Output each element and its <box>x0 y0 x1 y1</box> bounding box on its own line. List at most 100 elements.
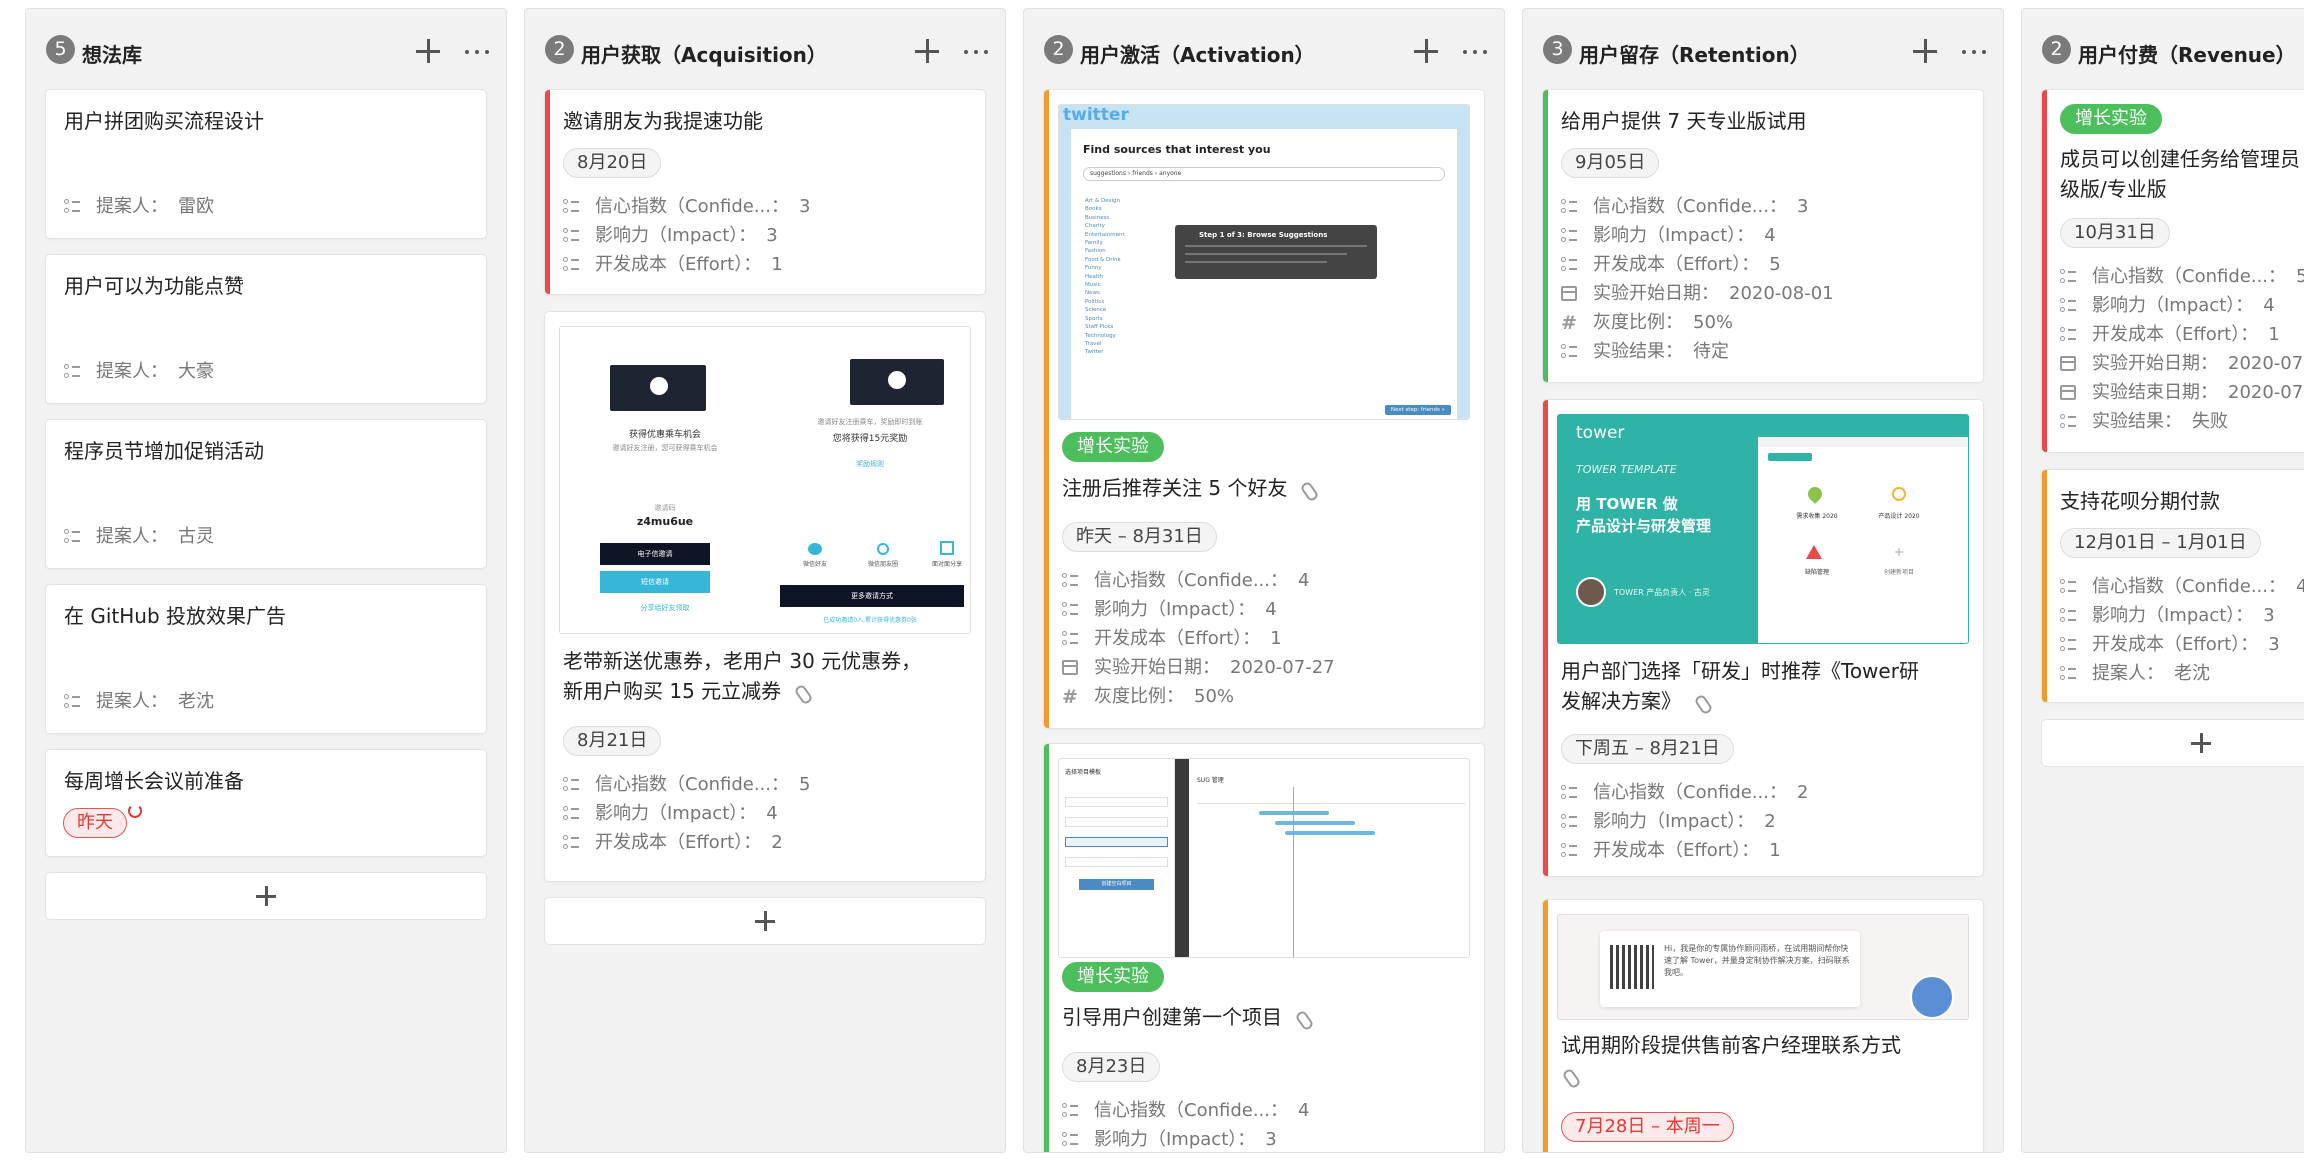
due-date-badge: 昨天 <box>63 808 127 838</box>
task-card[interactable]: Hi，我是你的专属协作顾问雨桥，在试用期间帮你快速了解 Tower，并量身定制协… <box>1542 899 1984 1152</box>
card-field: 提案人： 古灵 <box>64 524 478 550</box>
add-card-button[interactable] <box>2041 719 2304 767</box>
task-card[interactable]: 邀请朋友为我提速功能 8月20日 信心指数（Confide...： 3 影响力（I… <box>544 89 986 295</box>
card-field: 影响力（Impact）： 3 <box>563 223 977 249</box>
category-item: Books <box>1085 206 1102 213</box>
list-field-icon <box>64 694 82 710</box>
thumb-subtext: TOWER TEMPLATE <box>1576 463 1677 476</box>
card-field: 信心指数（Confide...： 3 <box>563 194 977 220</box>
column-acquisition: 2 用户获取（Acquisition） 邀请朋友为我提速功能 8月20日 信心指… <box>524 8 1006 1153</box>
attachment-icon <box>1693 694 1711 712</box>
template-sidebar: 选择项目模板 创建空白项目 <box>1059 759 1175 957</box>
category-item: Science <box>1085 307 1107 314</box>
category-item: Music <box>1085 282 1101 289</box>
column-activation: 2 用户激活（Activation） twitter Find sources … <box>1023 8 1505 1153</box>
due-date-badge: 昨天 – 8月31日 <box>1062 522 1217 552</box>
thumb-button: Next step: friends » <box>1384 405 1451 415</box>
card-field: 提案人： 大豪 <box>64 359 478 385</box>
qr-icon <box>940 541 954 555</box>
card-title: 老带新送优惠券，老用户 30 元优惠券， 新用户购买 15 元立减券 <box>563 649 922 703</box>
task-card[interactable]: 用户拼团购买流程设计 提案人： 雷欧 <box>45 89 487 239</box>
card-field: 实验结束日期：2020-07-31 <box>2060 380 2304 406</box>
column-title: 想法库 <box>82 43 142 67</box>
due-date-badge: 8月21日 <box>563 726 662 756</box>
list-field-icon <box>2060 579 2078 595</box>
priority-bar <box>2042 90 2047 452</box>
list-field-icon <box>2060 269 2078 285</box>
clock-icon <box>1892 487 1906 501</box>
card-field: 影响力（Impact）： 4 <box>1062 597 1476 623</box>
task-card[interactable]: 用户可以为功能点赞 提案人： 大豪 <box>45 254 487 404</box>
avatar <box>1910 975 1954 1019</box>
card-count-badge: 3 <box>1543 35 1572 64</box>
add-card-button[interactable] <box>45 872 487 920</box>
thumb-subtext: TOWER 产品负责人 · 古灵 <box>1614 588 1710 597</box>
card-title: 用户可以为功能点赞 <box>64 274 244 298</box>
card-field: 影响力（Impact）： 3 <box>1062 1127 1476 1152</box>
card-count-badge: 2 <box>1044 35 1073 64</box>
category-item: Staff Picks <box>1085 324 1114 331</box>
task-card[interactable]: 给用户提供 7 天专业版试用 9月05日 信心指数（Confide...： 3 影… <box>1542 89 1984 383</box>
list-field-icon <box>2060 608 2078 624</box>
attachment-icon <box>1561 1068 1579 1086</box>
task-card[interactable]: tower TOWER TEMPLATE 用 TOWER 做 产品设计与研发管理… <box>1542 399 1984 877</box>
card-field: 信心指数（Confide...： 3 <box>1561 194 1975 220</box>
task-card[interactable]: 在 GitHub 投放效果广告 提案人： 老沈 <box>45 584 487 734</box>
twitter-dialog: Find sources that interest you suggestio… <box>1071 129 1457 419</box>
list-field-icon <box>64 529 82 545</box>
card-title: 引导用户创建第一个项目 <box>1062 1002 1470 1032</box>
card-title: 支持花呗分期付款 <box>2060 489 2220 513</box>
thumb-button: 短信邀请 <box>600 571 710 593</box>
consultant-popup: Hi，我是你的专属协作顾问雨桥，在试用期间帮你快速了解 Tower，并量身定制协… <box>1600 931 1860 1007</box>
more-options-icon[interactable] <box>1463 50 1487 54</box>
thumb-footnote: 已成功邀请0人,累计获得优惠券0张 <box>823 617 917 624</box>
card-title: 注册后推荐关注 5 个好友 <box>1062 473 1470 503</box>
thumb-heading: Find sources that interest you <box>1083 143 1271 156</box>
add-card-icon[interactable] <box>1414 39 1438 63</box>
column-retention: 3 用户留存（Retention） 给用户提供 7 天专业版试用 9月05日 信… <box>1522 8 2004 1153</box>
due-date-badge: 9月05日 <box>1561 148 1660 178</box>
list-field-icon <box>2060 327 2078 343</box>
card-field: 信心指数（Confide...：5 <box>2060 264 2304 290</box>
list-field-icon <box>64 199 82 215</box>
card-field: 实验开始日期： 2020-07-27 <box>1062 655 1476 681</box>
task-card[interactable]: 程序员节增加促销活动 提案人： 古灵 <box>45 419 487 569</box>
task-card[interactable]: 获得优惠乘车机会 邀请好友注册，您可获得乘车机会 邀请码 z4mu6ue 电子信… <box>544 311 986 882</box>
more-options-icon[interactable] <box>465 50 489 54</box>
card-field: 信心指数（Confide...：4 <box>2060 574 2304 600</box>
task-card[interactable]: 增长实验 成员可以创建任务给管理员 级版/专业版 10月31日 信心指数（Con… <box>2041 89 2304 453</box>
step-tabs: suggestions › friends › anyone <box>1083 167 1445 181</box>
moments-icon <box>877 543 889 555</box>
more-options-icon[interactable] <box>1962 50 1986 54</box>
add-card-button[interactable] <box>544 897 986 945</box>
pin-icon <box>1805 484 1825 504</box>
category-item: Politics <box>1085 298 1105 305</box>
task-card[interactable]: twitter Find sources that interest you s… <box>1043 89 1485 729</box>
add-card-icon[interactable] <box>1913 39 1937 63</box>
priority-bar <box>1044 744 1049 1152</box>
screen-right: 邀请好友注册乘车，奖励即时到账 您将获得15元奖励 奖励规则 微信好友 微信朋友… <box>770 327 970 633</box>
task-card[interactable]: 选择项目模板 创建空白项目 SUG 管理 增长实验 引导用户创建第一个项目 8月… <box>1043 743 1485 1152</box>
card-field: # 灰度比例： 50% <box>1561 312 1734 334</box>
card-field: 开发成本（Effort）： 1 <box>563 252 977 278</box>
category-list: Art & Design Books Business Charity Entertai… <box>1085 197 1145 357</box>
list-field-icon <box>1062 573 1080 589</box>
due-date-badge: 8月23日 <box>1062 1052 1161 1082</box>
more-options-icon[interactable] <box>964 50 988 54</box>
category-item: Entertainment <box>1085 231 1125 238</box>
column-header: 2 用户激活（Activation） <box>1024 9 1504 87</box>
task-card[interactable]: 每周增长会议前准备 昨天 <box>45 749 487 857</box>
card-field: 开发成本（Effort）： 5 <box>1561 252 1975 278</box>
qr-share: 面对面分享 <box>920 541 970 568</box>
column-header: 5 想法库 <box>26 9 506 87</box>
add-card-icon[interactable] <box>416 39 440 63</box>
task-card[interactable]: 支持花呗分期付款 12月01日 – 1月01日 信心指数（Confide...：… <box>2041 469 2304 703</box>
thumb-caption: 您将获得15元奖励 <box>832 434 908 444</box>
card-field: 信心指数（Confide...： 2 <box>1561 780 1975 806</box>
thumb-button: 创建空白项目 <box>1079 879 1154 890</box>
tower-logo: tower <box>1576 423 1625 443</box>
attachment-icon <box>1294 1010 1312 1028</box>
column-header: 2 用户付费（Revenue） <box>2022 9 2304 87</box>
add-card-icon[interactable] <box>915 39 939 63</box>
list-field-icon <box>563 228 581 244</box>
